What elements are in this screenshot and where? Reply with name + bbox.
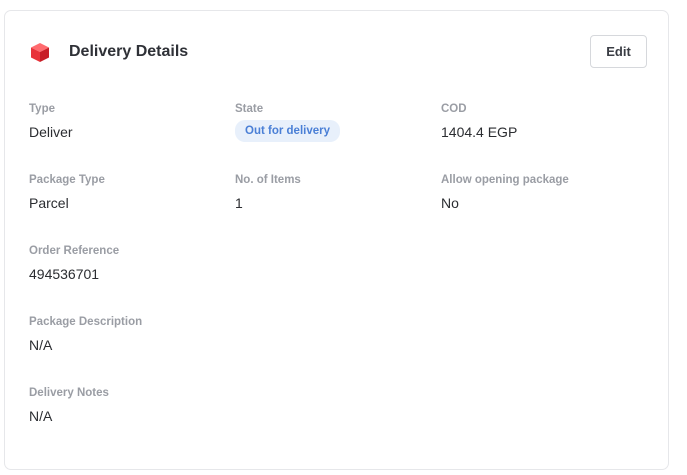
field-cod: COD 1404.4 EGP — [441, 101, 517, 142]
field-state: State Out for delivery — [235, 101, 340, 142]
card-header: Delivery Details Edit — [5, 11, 668, 93]
field-value: N/A — [29, 337, 53, 353]
package-cube-icon — [30, 42, 50, 63]
field-label: Package Description — [29, 316, 143, 328]
field-package-description: Package Description N/A — [29, 314, 142, 355]
field-label: No. of Items — [235, 174, 301, 186]
field-value: N/A — [29, 408, 53, 424]
field-label: Order Reference — [29, 245, 120, 257]
status-badge: Out for delivery — [235, 120, 340, 142]
field-label: State — [235, 103, 264, 115]
edit-button[interactable]: Edit — [590, 35, 647, 68]
field-allow-opening-package: Allow opening package No — [441, 172, 569, 213]
field-label: Allow opening package — [441, 174, 569, 186]
field-label: Type — [29, 103, 55, 115]
field-order-reference: Order Reference 494536701 — [29, 243, 119, 284]
field-label: COD — [441, 103, 467, 115]
field-value: 494536701 — [29, 266, 100, 282]
field-label: Delivery Notes — [29, 387, 109, 399]
field-value: 1 — [235, 195, 243, 211]
field-label: Package Type — [29, 174, 105, 186]
delivery-details-card: Delivery Details Edit Type Deliver State… — [4, 10, 669, 470]
field-type: Type Deliver — [29, 101, 73, 142]
field-value: 1404.4 EGP — [441, 124, 518, 140]
card-title: Delivery Details — [69, 43, 189, 60]
field-package-type: Package Type Parcel — [29, 172, 105, 213]
field-number-of-items: No. of Items 1 — [235, 172, 301, 213]
field-value: No — [441, 195, 459, 211]
field-delivery-notes: Delivery Notes N/A — [29, 385, 109, 426]
field-value: Deliver — [29, 124, 73, 140]
field-value: Parcel — [29, 195, 69, 211]
